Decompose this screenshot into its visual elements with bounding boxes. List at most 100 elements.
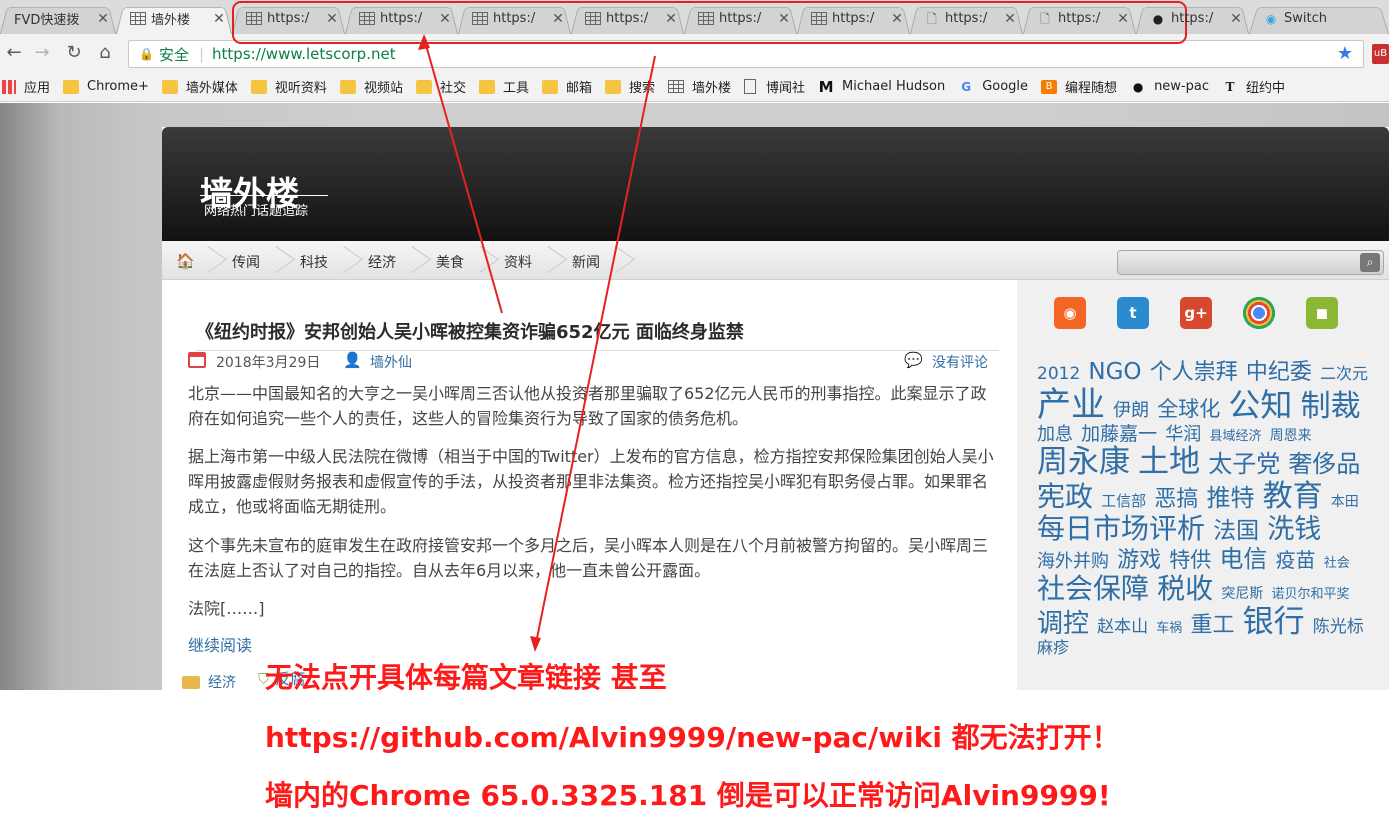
bookmark-letscorp[interactable]: 墙外楼 — [668, 77, 731, 96]
tag-cloud-item[interactable]: 制裁 — [1301, 389, 1361, 424]
back-arrow-icon[interactable]: ← — [2, 41, 26, 65]
nav-item-resources[interactable]: 资料 — [504, 252, 532, 272]
search-icon[interactable]: ⌕ — [1360, 253, 1380, 272]
tag-cloud-item[interactable]: 电信 — [1219, 545, 1267, 573]
tag-cloud-item[interactable]: 社会 — [1324, 556, 1350, 571]
close-icon[interactable]: ✕ — [551, 11, 565, 27]
comments-link[interactable]: 没有评论 — [932, 352, 988, 372]
close-icon[interactable]: ✕ — [96, 11, 110, 27]
bookmark-chrome-plus[interactable]: Chrome+ — [63, 79, 149, 94]
tag-cloud-item[interactable]: 游戏 — [1117, 548, 1161, 573]
tag-cloud-item[interactable]: 银行 — [1243, 604, 1305, 640]
tag-cloud-item[interactable]: 法国 — [1213, 518, 1259, 545]
tag-cloud-item[interactable]: 本田 — [1331, 494, 1359, 510]
tab-https-8[interactable]: 🗋 https:/ ✕ — [1023, 3, 1136, 34]
nav-item-food[interactable]: 美食 — [436, 252, 464, 272]
tag-cloud-item[interactable]: 恶搞 — [1154, 487, 1198, 512]
tab-github[interactable]: ● https:/ ✕ — [1136, 3, 1249, 34]
tag-cloud-item[interactable]: 重工 — [1190, 613, 1234, 638]
bookmark-program-think[interactable]: B 编程随想 — [1041, 77, 1117, 96]
post-author[interactable]: 墙外仙 — [370, 352, 412, 372]
tab-https-7[interactable]: 🗋 https:/ ✕ — [910, 3, 1023, 34]
tag-cloud-item[interactable]: 县域经济 — [1209, 429, 1261, 444]
url-text[interactable]: https://www.letscorp.net — [212, 45, 396, 63]
close-icon[interactable]: ✕ — [1003, 11, 1017, 27]
tag-cloud-item[interactable]: 2012 — [1037, 364, 1080, 384]
bookmark-mail[interactable]: 邮箱 — [541, 77, 592, 96]
chrome-icon[interactable] — [1243, 297, 1275, 329]
bookmark-bowenshe[interactable]: 博闻社 — [744, 77, 805, 96]
close-icon[interactable]: ✕ — [325, 11, 339, 27]
tag-cloud-item[interactable]: 工信部 — [1101, 492, 1146, 510]
tag-cloud-item[interactable]: 海外并购 — [1037, 551, 1109, 572]
close-icon[interactable]: ✕ — [777, 11, 791, 27]
tag-cloud-item[interactable]: 中纪委 — [1246, 360, 1312, 385]
tab-https-6[interactable]: https:/ ✕ — [797, 3, 910, 34]
tag-cloud-item[interactable]: 车祸 — [1156, 621, 1182, 636]
bookmark-star-icon[interactable]: ★ — [1337, 43, 1353, 64]
extension-icon[interactable]: uB — [1372, 44, 1389, 64]
bookmark-media[interactable]: 墙外媒体 — [161, 77, 238, 96]
tag-cloud-item[interactable]: 疫苗 — [1276, 548, 1316, 572]
tab-https-4[interactable]: https:/ ✕ — [571, 3, 684, 34]
twitter-icon[interactable]: t — [1117, 297, 1149, 329]
close-icon[interactable]: ✕ — [438, 11, 452, 27]
nav-item-news[interactable]: 新闻 — [572, 252, 600, 272]
close-icon[interactable]: ✕ — [212, 11, 226, 27]
android-icon[interactable]: ◼ — [1306, 297, 1338, 329]
tag-cloud-item[interactable]: 教育 — [1263, 479, 1323, 514]
tag-cloud-item[interactable]: 洗钱 — [1267, 514, 1321, 545]
post-category[interactable]: 经济 — [182, 672, 236, 692]
google-plus-icon[interactable]: g+ — [1180, 297, 1212, 329]
bookmark-apps[interactable]: 应用 — [2, 77, 50, 96]
nav-item-economy[interactable]: 经济 — [368, 252, 396, 272]
post-title[interactable]: 《纽约时报》安邦创始人吴小晖被控集资诈骗652亿元 面临终身监禁 — [196, 318, 999, 351]
forward-arrow-icon[interactable]: → — [30, 41, 54, 65]
tag-cloud-item[interactable]: 公知 — [1228, 386, 1292, 424]
tag-cloud-item[interactable]: 陈光标 — [1313, 617, 1364, 637]
tab-https-3[interactable]: https:/ ✕ — [458, 3, 571, 34]
close-icon[interactable]: ✕ — [890, 11, 904, 27]
tag-cloud-item[interactable]: 特供 — [1169, 548, 1211, 572]
tag-cloud-item[interactable]: 伊朗 — [1113, 400, 1149, 421]
nav-item-rumors[interactable]: 传闻 — [232, 252, 260, 272]
search-input[interactable]: ⌕ — [1117, 250, 1384, 275]
tag-cloud-item[interactable]: 周永康 — [1037, 444, 1130, 480]
rss-icon[interactable]: ◉ — [1054, 297, 1086, 329]
tag-cloud-item[interactable]: 赵本山 — [1097, 617, 1148, 637]
tab-fvd[interactable]: FVD快速拨 ✕ — [0, 3, 116, 34]
bookmark-tools[interactable]: 工具 — [478, 77, 529, 96]
bookmark-search[interactable]: 搜索 — [605, 77, 655, 96]
tag-cloud-item[interactable]: 诺贝尔和平奖 — [1271, 587, 1349, 602]
tag-cloud-item[interactable]: 华润 — [1165, 424, 1201, 445]
reload-icon[interactable]: ↻ — [62, 41, 86, 65]
tag-cloud-item[interactable]: 每日市场评析 — [1037, 512, 1205, 545]
bookmark-michael-hudson[interactable]: M Michael Hudson — [818, 79, 946, 94]
tag-cloud-item[interactable]: 太子党 — [1208, 450, 1280, 478]
bookmark-social[interactable]: 社交 — [415, 77, 466, 96]
tag-cloud-item[interactable]: 全球化 — [1157, 397, 1220, 421]
tab-active[interactable]: 墙外楼 ✕ — [116, 3, 232, 34]
tag-cloud-item[interactable]: 调控 — [1037, 609, 1089, 639]
tab-https-1[interactable]: https:/ ✕ — [232, 3, 345, 34]
bookmark-video[interactable]: 视频站 — [339, 77, 403, 96]
tag-cloud-item[interactable]: 土地 — [1138, 444, 1200, 480]
tag-cloud-item[interactable]: 产业 — [1037, 385, 1105, 425]
close-icon[interactable]: ✕ — [664, 11, 678, 27]
bookmark-av[interactable]: 视听资料 — [250, 77, 327, 96]
close-icon[interactable]: ✕ — [1229, 11, 1243, 27]
close-icon[interactable]: ✕ — [1116, 11, 1130, 27]
bookmark-google[interactable]: G Google — [958, 79, 1028, 94]
tag-cloud-item[interactable]: 突尼斯 — [1221, 586, 1263, 602]
tag-cloud-item[interactable]: 二次元 — [1320, 364, 1368, 383]
tag-cloud-item[interactable]: 推特 — [1206, 484, 1254, 512]
tag-cloud-item[interactable]: 宪政 — [1037, 480, 1093, 513]
tag-cloud-item[interactable]: 麻疹 — [1037, 638, 1069, 657]
read-more-link[interactable]: 继续阅读 — [188, 632, 252, 656]
home-icon[interactable]: ⌂ — [93, 41, 117, 65]
bookmark-new-pac[interactable]: ● new-pac — [1130, 79, 1209, 94]
tag-cloud-item[interactable]: 加息 — [1037, 424, 1073, 445]
bookmark-nyt[interactable]: T 纽约中 — [1222, 77, 1285, 97]
tag-cloud-item[interactable]: 加藤嘉一 — [1081, 423, 1157, 445]
tab-https-5[interactable]: https:/ ✕ — [684, 3, 797, 34]
